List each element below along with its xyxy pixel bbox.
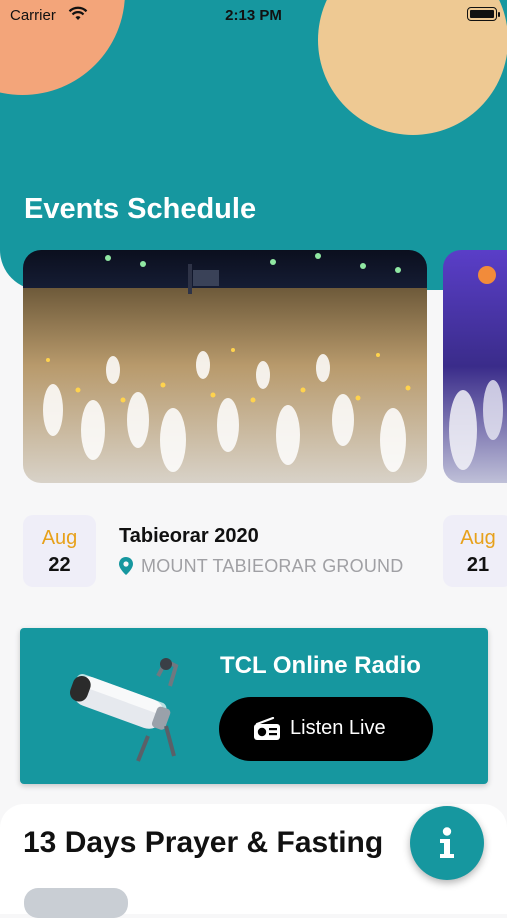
status-bar: Carrier 2:13 PM: [0, 0, 507, 30]
event-location: MOUNT TABIEORAR GROUND: [119, 556, 403, 577]
radio-icon: [254, 717, 280, 740]
prayer-thumbnail[interactable]: [24, 888, 128, 918]
info-button[interactable]: [410, 806, 484, 880]
radio-card: TCL Online Radio Listen Live: [20, 628, 488, 784]
hero-header: [0, 0, 507, 290]
event-day: 22: [48, 554, 71, 576]
radio-title: TCL Online Radio: [220, 652, 421, 679]
listen-live-label: Listen Live: [290, 717, 386, 739]
event-title[interactable]: Tabieorar 2020: [119, 525, 259, 548]
section-title: 13 Days Prayer & Fasting: [23, 826, 384, 859]
page-title: Events Schedule: [24, 193, 257, 225]
event-image-next[interactable]: [443, 250, 507, 483]
listen-live-button[interactable]: Listen Live: [219, 697, 433, 761]
event-day-next: 21: [466, 554, 490, 576]
event-photo: [23, 250, 427, 483]
clock: 2:13 PM: [225, 7, 282, 24]
event-image-crowd[interactable]: [23, 250, 427, 483]
microphone-icon: [69, 658, 179, 762]
location-pin-icon: [119, 557, 133, 575]
info-icon: [440, 827, 454, 858]
event-month: Aug: [41, 527, 78, 549]
event-month-next: Aug: [460, 527, 496, 549]
event-date-badge: Aug 22: [23, 515, 96, 587]
event-date-badge-next: Aug 21: [443, 515, 507, 587]
event-location-text: MOUNT TABIEORAR GROUND: [141, 556, 404, 576]
event-photo-next: [443, 250, 507, 483]
battery-icon: [467, 7, 500, 21]
